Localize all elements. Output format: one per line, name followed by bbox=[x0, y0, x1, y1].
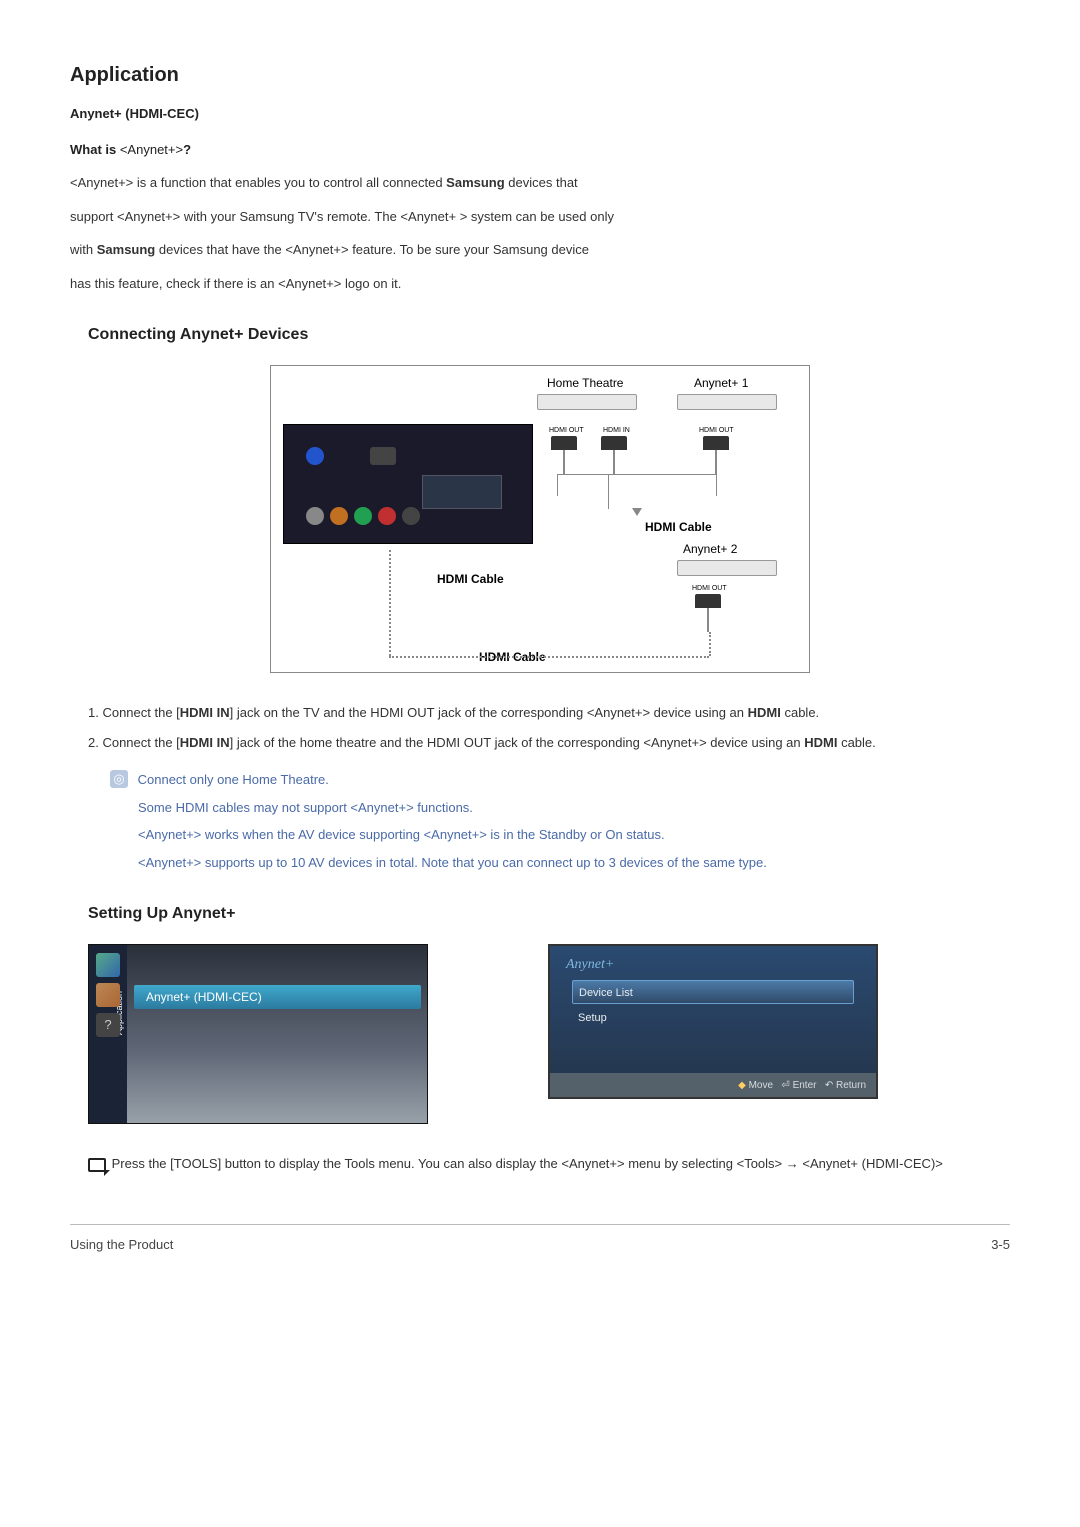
menu2-item-device-list: Device List bbox=[572, 980, 854, 1004]
diagram-home-theatre-device bbox=[537, 394, 637, 410]
diagram-anynet2-device bbox=[677, 560, 777, 576]
move-icon: ◆ bbox=[738, 1080, 746, 1091]
step-2: 2. Connect the [HDMI IN] jack of the hom… bbox=[88, 733, 992, 753]
diagram-port-label-hdmi-out-3: HDMI OUT bbox=[692, 584, 727, 595]
setting-up-heading: Setting Up Anynet+ bbox=[88, 902, 1010, 926]
menu2-footer-controls: ◆ Move ⏎ Enter ↶ Return bbox=[738, 1078, 866, 1093]
diagram-port-label-hdmi-in: HDMI IN bbox=[603, 426, 630, 437]
note-list: ◎ Connect only one Home Theatre. Some HD… bbox=[110, 770, 1010, 872]
feature-name: Anynet+ (HDMI-CEC) bbox=[70, 104, 1010, 124]
anynet-icon bbox=[96, 983, 120, 1007]
intro-line-2: support <Anynet+> with your Samsung TV's… bbox=[70, 207, 1010, 227]
tools-icon bbox=[96, 953, 120, 977]
diagram-anynet2-label: Anynet+ 2 bbox=[683, 542, 737, 558]
note-item: <Anynet+> works when the AV device suppo… bbox=[110, 825, 1010, 845]
intro-line-4: has this feature, check if there is an <… bbox=[70, 274, 1010, 294]
menu1-item-anynet: Anynet+ (HDMI-CEC) bbox=[134, 985, 421, 1009]
diagram-anynet1-device bbox=[677, 394, 777, 410]
tools-button-icon bbox=[88, 1158, 106, 1172]
note-item: <Anynet+> supports up to 10 AV devices i… bbox=[110, 853, 1010, 873]
enter-icon: ⏎ bbox=[781, 1080, 789, 1091]
diagram-port-ht-out bbox=[551, 436, 577, 450]
footer-left: Using the Product bbox=[70, 1235, 173, 1255]
return-icon: ↶ bbox=[825, 1080, 833, 1091]
diagram-anynet1-label: Anynet+ 1 bbox=[694, 376, 748, 392]
menu-screenshot-application: Application ? Anynet+ (HDMI-CEC) bbox=[88, 944, 428, 1124]
what-is-heading: What is <Anynet+>? bbox=[70, 140, 1010, 160]
step-1: 1. Connect the [HDMI IN] jack on the TV … bbox=[88, 703, 992, 723]
connecting-heading: Connecting Anynet+ Devices bbox=[88, 323, 1010, 347]
connection-diagram: Home Theatre Anynet+ 1 HDMI OUT HDMI IN … bbox=[270, 365, 810, 673]
diagram-hdmi-cable-2: HDMI Cable bbox=[437, 572, 504, 588]
help-icon: ? bbox=[96, 1013, 120, 1037]
diagram-tv-panel bbox=[283, 424, 533, 544]
note-item: ◎ Connect only one Home Theatre. bbox=[110, 770, 1010, 790]
menu2-item-setup: Setup bbox=[572, 1006, 854, 1030]
note-icon: ◎ bbox=[110, 770, 128, 788]
diagram-port-a2-out bbox=[695, 594, 721, 608]
diagram-hdmi-cable-1: HDMI Cable bbox=[645, 520, 712, 536]
tools-paragraph: Press the [TOOLS] button to display the … bbox=[88, 1154, 992, 1174]
page-title: Application bbox=[70, 60, 1010, 90]
footer-right: 3-5 bbox=[991, 1235, 1010, 1255]
diagram-port-label-hdmi-out-2: HDMI OUT bbox=[699, 426, 734, 437]
intro-line-1: <Anynet+> is a function that enables you… bbox=[70, 173, 1010, 193]
diagram-port-label-hdmi-out-1: HDMI OUT bbox=[549, 426, 584, 437]
diagram-port-a1-out bbox=[703, 436, 729, 450]
footer-divider bbox=[70, 1224, 1010, 1225]
intro-line-3: with Samsung devices that have the <Anyn… bbox=[70, 240, 1010, 260]
menu-screenshot-anynet: Anynet+ Device List Setup ◆ Move ⏎ Enter… bbox=[548, 944, 878, 1099]
menu2-title: Anynet+ bbox=[566, 954, 614, 975]
diagram-home-theatre-label: Home Theatre bbox=[547, 376, 623, 392]
diagram-port-ht-in bbox=[601, 436, 627, 450]
note-item: Some HDMI cables may not support <Anynet… bbox=[110, 798, 1010, 818]
